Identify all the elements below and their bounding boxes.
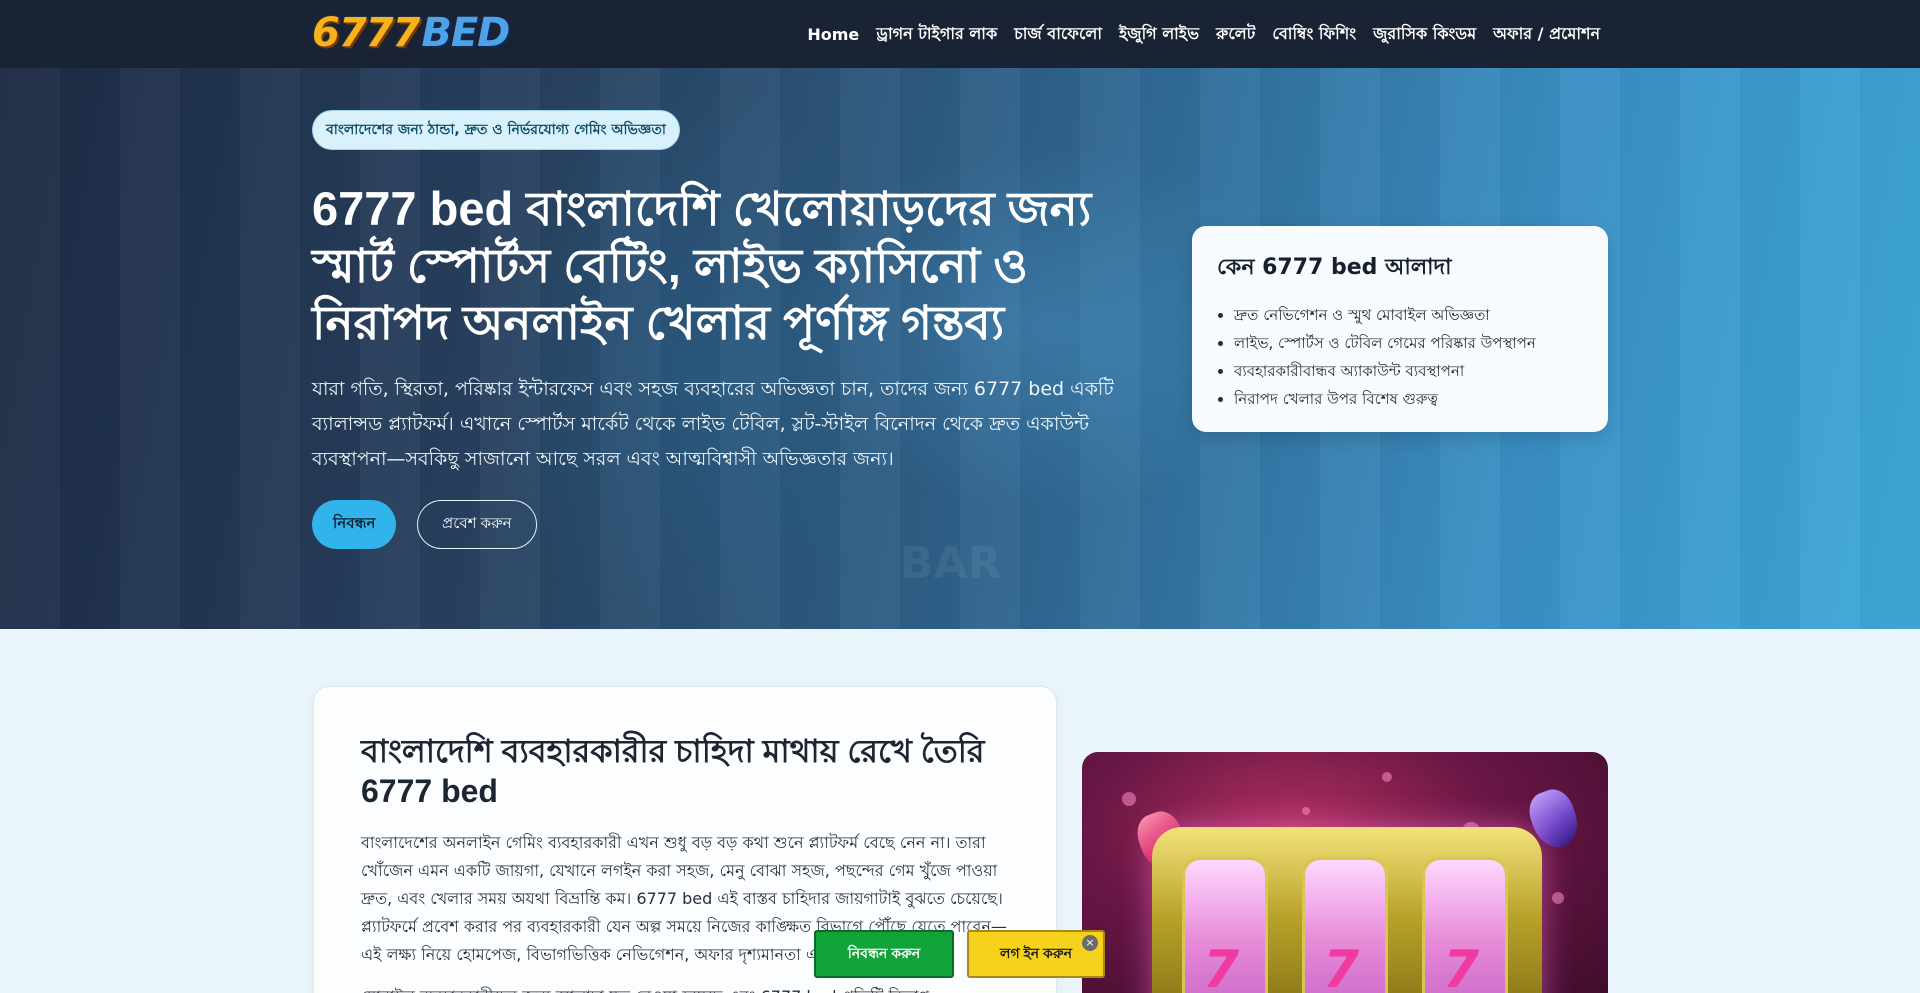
intro-title: বাংলাদেশি ব্যবহারকারীর চাহিদা মাথায় রেখ… (361, 733, 985, 809)
hero-tagline-badge: বাংলাদেশের জন্য ঠান্ডা, দ্রুত ও নির্ভরযো… (312, 110, 680, 150)
why-card-list: দ্রুত নেভিগেশন ও স্মুথ মোবাইল অভিজ্ঞতা ল… (1217, 301, 1583, 413)
why-different-card: কেন 6777 bed আলাদা দ্রুত নেভিগেশন ও স্মু… (1192, 226, 1608, 432)
site-logo[interactable]: 6777 BED (312, 10, 510, 56)
logo-numeral: 6777 (312, 10, 420, 56)
sparkle-decoration (1302, 807, 1310, 815)
nav-bombing-fishing[interactable]: বোম্বিং ফিশিং (1272, 21, 1356, 48)
nav-offers-promotion[interactable]: অফার / প্রমোশন (1493, 21, 1600, 48)
why-card-item: দ্রুত নেভিগেশন ও স্মুথ মোবাইল অভিজ্ঞতা (1234, 301, 1583, 329)
why-card-title: কেন 6777 bed আলাদা (1217, 255, 1452, 280)
slot-reel: 7 (1182, 857, 1268, 993)
hero-description: যারা গতি, স্থিরতা, পরিষ্কার ইন্টারফেস এব… (312, 378, 1114, 470)
why-card-item: ব্যবহারকারীবান্ধব অ্যাকাউন্ট ব্যবস্থাপনা (1234, 357, 1583, 385)
why-card-item: নিরাপদ খেলার উপর বিশেষ গুরুত্ব (1234, 385, 1583, 413)
seven-symbol-icon: 7 (1203, 940, 1240, 993)
nav-charge-buffalo[interactable]: চার্জ বাফেলো (1014, 21, 1102, 48)
why-card-item: লাইভ, স্পোর্টস ও টেবিল গেমের পরিষ্কার উপ… (1234, 329, 1583, 357)
close-icon[interactable]: × (1082, 935, 1098, 951)
nav-dragon-tiger-luck[interactable]: ড্রাগন টাইগার লাক (876, 21, 997, 48)
sparkle-decoration (1382, 772, 1392, 782)
seven-symbol-icon: 7 (1323, 940, 1360, 993)
top-navbar: 6777 BED Home ড্রাগন টাইগার লাক চার্জ বা… (0, 0, 1920, 68)
slot-machine-illustration: 7 7 7 (1082, 752, 1608, 993)
slot-reel: 7 (1422, 857, 1508, 993)
hero-register-button[interactable]: নিবন্ধন (312, 500, 397, 549)
floating-register-button[interactable]: নিবন্ধন করুন (814, 930, 954, 978)
nav-ezugi-live[interactable]: ইজুগি লাইভ (1119, 21, 1199, 48)
hero-login-button[interactable]: প্রবেশ করুন (417, 500, 537, 549)
main-nav: Home ড্রাগন টাইগার লাক চার্জ বাফেলো ইজুগ… (807, 0, 1600, 68)
sparkle-decoration (1122, 792, 1136, 806)
hero-title: 6777 bed বাংলাদেশি খেলোয়াড়দের জন্য স্ম… (312, 182, 1092, 349)
nav-roulette[interactable]: রুলেট (1216, 21, 1255, 48)
slot-reel: 7 (1302, 857, 1388, 993)
logo-word: BED (421, 10, 510, 56)
sparkle-decoration (1552, 892, 1564, 904)
nav-home[interactable]: Home (807, 25, 859, 44)
seven-symbol-icon: 7 (1443, 940, 1480, 993)
slot-machine-body: 7 7 7 (1152, 827, 1542, 993)
nav-jurassic-kingdom[interactable]: জুরাসিক কিংডম (1373, 21, 1476, 48)
intro-paragraph-second: মোবাইল ব্যবহারকারীদের জন্য আলাদা যত্ন নে… (361, 983, 1009, 993)
hero-background-watermark: BAR (900, 538, 1002, 589)
